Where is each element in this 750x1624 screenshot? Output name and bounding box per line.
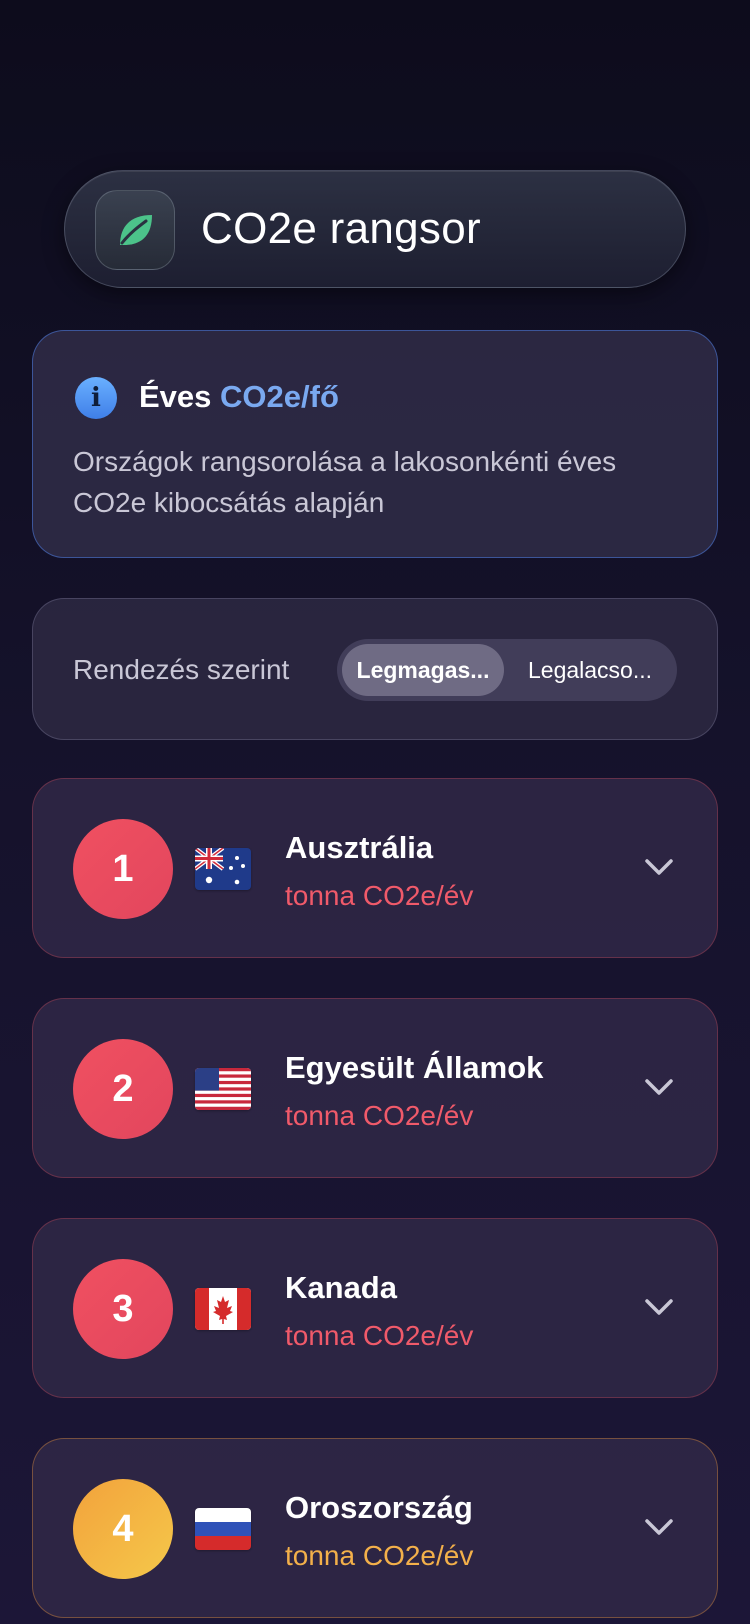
emission-unit: tonna CO2e/év	[285, 880, 474, 911]
leaf-icon	[95, 190, 175, 270]
ranking-item[interactable]: 1 Ausztrália tonna CO2e/év	[32, 778, 718, 958]
emission-unit: tonna CO2e/év	[285, 1320, 474, 1351]
emission-unit: tonna CO2e/év	[285, 1100, 474, 1131]
country-name: Kanada	[285, 1270, 397, 1305]
info-description: Országok rangsorolása a lakosonkénti éve…	[73, 446, 617, 518]
sort-option-lowest[interactable]: Legalacso...	[507, 644, 673, 696]
info-icon: i	[75, 377, 117, 419]
ranking-item[interactable]: 4 Oroszország tonna CO2e/év	[32, 1438, 718, 1618]
sort-segmented-control: Legmagas... Legalacso...	[337, 639, 677, 701]
chevron-down-icon[interactable]	[641, 1509, 677, 1545]
country-name: Egyesült Államok	[285, 1050, 544, 1085]
australia-flag-icon	[195, 848, 251, 890]
info-title-highlight: CO2e/fő	[220, 379, 339, 414]
usa-flag-icon	[195, 1068, 251, 1110]
info-title-prefix: Éves	[139, 379, 212, 414]
ranking-item[interactable]: 2 Egyesült Államok tonna CO2e/év	[32, 998, 718, 1178]
chevron-down-icon[interactable]	[641, 849, 677, 885]
rank-badge: 2	[73, 1039, 173, 1139]
info-card: i Éves CO2e/fő Országok rangsorolása a l…	[32, 330, 718, 558]
sort-label: Rendezés szerint	[73, 654, 290, 685]
sort-option-highest[interactable]: Legmagas...	[342, 644, 504, 696]
chevron-down-icon[interactable]	[641, 1289, 677, 1325]
rank-badge: 3	[73, 1259, 173, 1359]
info-title: Éves CO2e/fő	[139, 375, 339, 419]
russia-flag-icon	[195, 1508, 251, 1550]
chevron-down-icon[interactable]	[641, 1069, 677, 1105]
sort-card: Rendezés szerint Legmagas... Legalacso..…	[32, 598, 718, 740]
rank-badge: 4	[73, 1479, 173, 1579]
country-name: Oroszország	[285, 1490, 473, 1525]
ranking-item[interactable]: 3 Kanada tonna CO2e/év	[32, 1218, 718, 1398]
rank-badge: 1	[73, 819, 173, 919]
canada-flag-icon	[195, 1288, 251, 1330]
app-header: CO2e rangsor	[64, 170, 686, 288]
page-title: CO2e rangsor	[201, 204, 481, 253]
emission-unit: tonna CO2e/év	[285, 1540, 474, 1571]
country-name: Ausztrália	[285, 830, 434, 865]
